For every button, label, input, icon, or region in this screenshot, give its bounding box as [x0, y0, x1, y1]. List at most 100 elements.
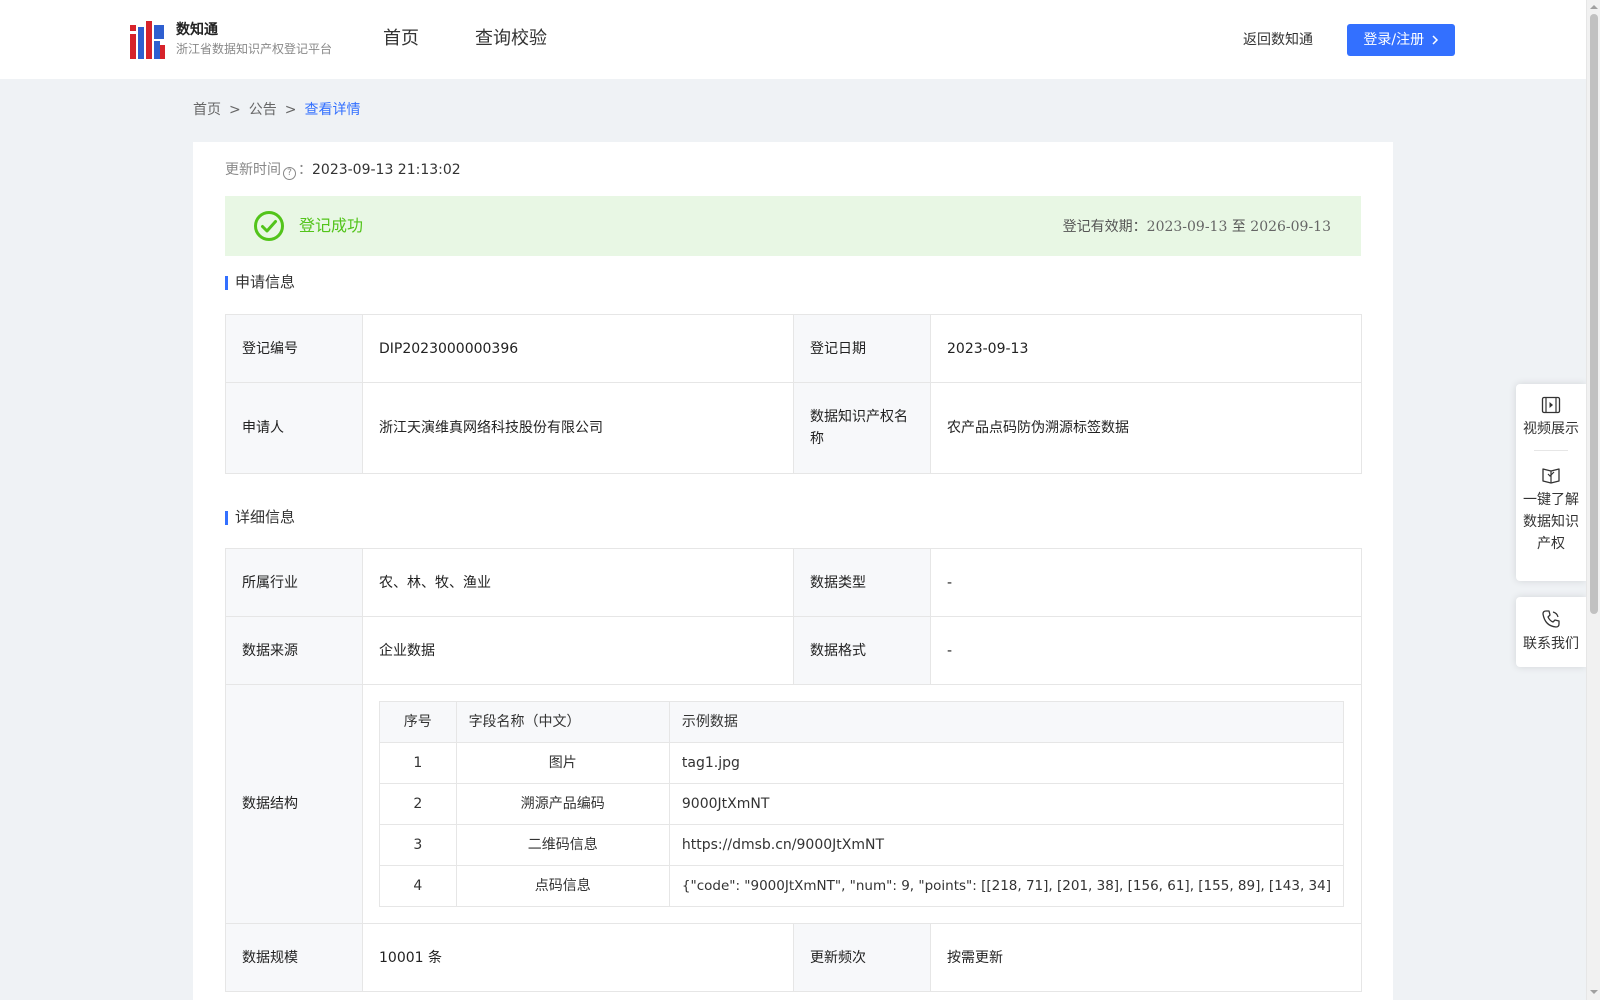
- field-label: 所属行业: [225, 548, 363, 617]
- update-time-colon: ：: [298, 162, 312, 178]
- table-row: 数据规模 10001 条 更新频次 按需更新: [225, 923, 1362, 992]
- nav-query-verify[interactable]: 查询校验: [475, 26, 547, 52]
- table-cell: 点码信息: [455, 865, 670, 907]
- table-cell: 4: [379, 865, 457, 907]
- field-label: 更新频次: [793, 923, 931, 992]
- breadcrumb: 首页 > 公告 > 查看详情: [193, 100, 360, 120]
- field-label: 数据结构: [225, 684, 363, 924]
- question-circle-icon[interactable]: ?: [283, 167, 296, 180]
- table-cell: tag1.jpg: [668, 742, 1345, 784]
- table-cell: https://dmsb.cn/9000JtXmNT: [668, 824, 1345, 866]
- table-cell: 3: [379, 824, 457, 866]
- login-register-button[interactable]: 登录/注册: [1347, 24, 1455, 56]
- login-register-label: 登录/注册: [1363, 32, 1425, 48]
- table-row: 登记编号 DIP2023000000396 登记日期 2023-09-13: [225, 314, 1362, 383]
- validity-to: 至: [1231, 219, 1246, 235]
- table-row: 2 溯源产品编码 9000JtXmNT: [379, 783, 1345, 825]
- phone-icon: [1542, 610, 1560, 628]
- table-cell: {"code": "9000JtXmNT", "num": 9, "points…: [668, 865, 1345, 907]
- breadcrumb-current: 查看详情: [304, 102, 361, 118]
- field-label: 申请人: [225, 382, 363, 474]
- top-header: 数知通 浙江省数据知识产权登记平台 首页 查询校验 返回数知通 登录/注册: [0, 0, 1586, 79]
- column-header: 序号: [379, 701, 457, 743]
- video-icon: [1541, 396, 1561, 414]
- float-help-panel: 视频展示 一键了解 数据知识 产权: [1516, 384, 1586, 581]
- scroll-up-arrow-icon[interactable]: [1590, 3, 1598, 11]
- back-to-shuzhitong-link[interactable]: 返回数知通: [1243, 30, 1313, 50]
- field-label: 数据来源: [225, 616, 363, 685]
- check-circle-icon: [254, 211, 284, 241]
- contact-us-button[interactable]: 联系我们: [1516, 597, 1586, 655]
- contact-us-label: 联系我们: [1523, 636, 1579, 652]
- scroll-down-arrow-icon[interactable]: [1590, 988, 1598, 996]
- table-row: 数据来源 企业数据 数据格式 -: [225, 616, 1362, 685]
- validity-period: 登记有效期：2023-09-13 至 2026-09-13: [1063, 217, 1331, 237]
- validity-end: 2026-09-13: [1250, 219, 1331, 235]
- field-label: 数据类型: [793, 548, 931, 617]
- platform-logo-icon[interactable]: [130, 21, 166, 59]
- video-showcase-button[interactable]: 视频展示: [1516, 384, 1586, 451]
- logo-text: 数知通 浙江省数据知识产权登记平台: [176, 20, 332, 58]
- table-row: 申请人 浙江天演维真网络科技股份有限公司 数据知识产权名称 农产品点码防伪溯源标…: [225, 382, 1362, 474]
- logo-subtitle: 浙江省数据知识产权登记平台: [176, 42, 333, 56]
- field-label: 登记编号: [225, 314, 363, 383]
- learn-label-line-1: 一键了解: [1523, 492, 1579, 508]
- column-header: 示例数据: [668, 701, 1345, 743]
- section-title-details: 详细信息: [225, 507, 295, 527]
- field-value: 企业数据: [362, 616, 794, 685]
- table-cell: 2: [379, 783, 457, 825]
- learn-label-line-2: 数据知识: [1523, 514, 1579, 530]
- breadcrumb-separator: >: [229, 102, 241, 118]
- column-header: 字段名称（中文）: [455, 701, 670, 743]
- logo-title: 数知通: [176, 22, 218, 38]
- update-time-value: 2023-09-13 21:13:02: [312, 162, 461, 178]
- table-row: 所属行业 农、林、牧、渔业 数据类型 -: [225, 548, 1362, 617]
- scrollbar-thumb[interactable]: [1590, 14, 1598, 614]
- update-time-label: 更新时间: [225, 162, 281, 178]
- breadcrumb-separator: >: [284, 102, 297, 118]
- field-value: 10001 条: [362, 923, 794, 992]
- field-label: 数据格式: [793, 616, 931, 685]
- breadcrumb-home[interactable]: 首页: [193, 102, 221, 118]
- table-row: 数据结构 序号 字段名称（中文） 示例数据 1 图片 tag1.jpg 2 溯源…: [225, 684, 1362, 924]
- table-cell: 图片: [455, 742, 670, 784]
- update-time-line: 更新时间? ：2023-09-13 21:13:02: [225, 160, 461, 180]
- status-text: 登记成功: [299, 216, 364, 235]
- detail-info-table: 所属行业 农、林、牧、渔业 数据类型 - 数据来源 企业数据 数据格式 - 数据…: [225, 548, 1362, 992]
- field-label: 数据规模: [225, 923, 363, 992]
- validity-start: 2023-09-13: [1146, 219, 1228, 235]
- status-banner: 登记成功 登记有效期：2023-09-13 至 2026-09-13: [225, 196, 1361, 256]
- video-showcase-label: 视频展示: [1523, 421, 1579, 437]
- section-title-application: 申请信息: [225, 272, 295, 292]
- application-info-table: 登记编号 DIP2023000000396 登记日期 2023-09-13 申请…: [225, 314, 1362, 474]
- table-cell: 9000JtXmNT: [668, 783, 1345, 825]
- table-row: 4 点码信息 {"code": "9000JtXmNT", "num": 9, …: [379, 865, 1345, 907]
- table-header-row: 序号 字段名称（中文） 示例数据: [379, 701, 1345, 743]
- float-contact-panel: 联系我们: [1516, 597, 1586, 667]
- book-icon: [1542, 468, 1560, 484]
- validity-label: 登记有效期：: [1062, 219, 1147, 235]
- field-value: 农产品点码防伪溯源标签数据: [930, 382, 1362, 474]
- field-value: 农、林、牧、渔业: [362, 548, 794, 617]
- data-structure-cell: 序号 字段名称（中文） 示例数据 1 图片 tag1.jpg 2 溯源产品编码 …: [362, 684, 1362, 924]
- page-scrollbar[interactable]: [1586, 0, 1600, 1000]
- field-value: -: [930, 616, 1362, 685]
- learn-label-line-3: 产权: [1537, 536, 1565, 552]
- table-row: 3 二维码信息 https://dmsb.cn/9000JtXmNT: [379, 824, 1345, 866]
- table-cell: 二维码信息: [455, 824, 670, 866]
- table-cell: 溯源产品编码: [455, 783, 670, 825]
- chevron-right-icon: [1432, 35, 1438, 45]
- field-value: 浙江天演维真网络科技股份有限公司: [362, 382, 794, 474]
- breadcrumb-notice[interactable]: 公告: [249, 102, 277, 118]
- field-value: 按需更新: [930, 923, 1362, 992]
- table-cell: 1: [379, 742, 457, 784]
- field-value: 2023-09-13: [930, 314, 1362, 383]
- field-value: DIP2023000000396: [362, 314, 794, 383]
- field-label: 数据知识产权名称: [793, 382, 931, 474]
- detail-card: 更新时间? ：2023-09-13 21:13:02 登记成功 登记有效期：202…: [193, 142, 1393, 1000]
- data-structure-table: 序号 字段名称（中文） 示例数据 1 图片 tag1.jpg 2 溯源产品编码 …: [379, 701, 1345, 907]
- field-label: 登记日期: [793, 314, 931, 383]
- learn-data-ip-button[interactable]: 一键了解 数据知识 产权: [1516, 451, 1586, 555]
- nav-home[interactable]: 首页: [383, 26, 419, 52]
- field-value: -: [930, 548, 1362, 617]
